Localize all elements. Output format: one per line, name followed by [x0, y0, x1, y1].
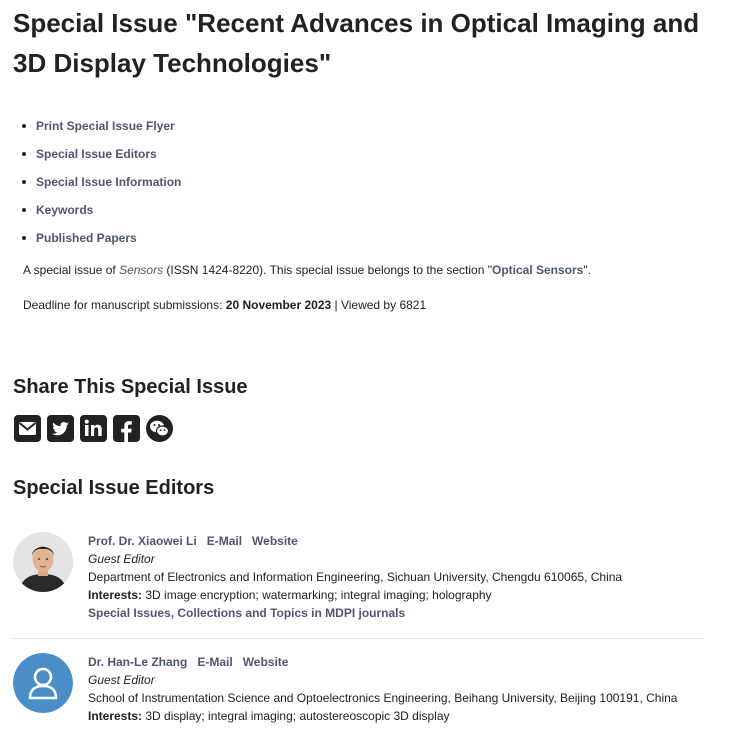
editor-name-link[interactable]: Dr. Han-Le Zhang	[88, 655, 187, 669]
toc-information-link[interactable]: Special Issue Information	[36, 175, 181, 189]
editor-details: Prof. Dr. Xiaowei Li E-Mail Website Guest …	[88, 532, 622, 622]
deadline-label: Deadline for manuscript submissions:	[23, 298, 226, 312]
email-icon[interactable]	[13, 414, 42, 443]
twitter-icon[interactable]	[46, 414, 75, 443]
journal-link[interactable]: Sensors	[119, 263, 163, 277]
toc-item: Published Papers	[22, 228, 181, 256]
interests-label: Interests:	[88, 588, 143, 602]
section-link[interactable]: Optical Sensors	[492, 263, 583, 277]
page-title: Special Issue "Recent Advances in Optica…	[13, 8, 700, 78]
editor-interests: Interests: 3D display; integral imaging;…	[88, 707, 677, 725]
toc-keywords-link[interactable]: Keywords	[36, 203, 93, 217]
share-heading: Share This Special Issue	[13, 376, 248, 398]
toc-item: Special Issue Editors	[22, 144, 181, 172]
editor-affiliation: School of Instrumentation Science and Op…	[88, 691, 678, 705]
editor-website-link[interactable]: Website	[252, 534, 298, 548]
journal-info-suffix: ".	[583, 263, 591, 277]
table-of-contents: Print Special Issue Flyer Special Issue …	[22, 116, 181, 256]
toc-papers-link[interactable]: Published Papers	[36, 231, 137, 245]
linkedin-icon[interactable]	[79, 414, 108, 443]
editors-heading: Special Issue Editors	[13, 477, 215, 499]
facebook-icon[interactable]	[112, 414, 141, 443]
deadline-date: 20 November 2023	[225, 298, 332, 312]
editor-special-issues-link[interactable]: Special Issues, Collections and Topics i…	[88, 606, 405, 620]
journal-info-prefix: A special issue of	[23, 263, 120, 277]
interests-label: Interests:	[88, 709, 143, 723]
interests-text: 3D display; integral imaging; autostereo…	[142, 709, 450, 723]
editor-email-link[interactable]: E-Mail	[197, 655, 232, 669]
editor-website-link[interactable]: Website	[243, 655, 289, 669]
toc-item: Keywords	[22, 200, 181, 228]
toc-item: Print Special Issue Flyer	[22, 116, 181, 144]
editor-avatar-placeholder	[13, 653, 73, 713]
editor-role: Guest Editor	[88, 673, 155, 687]
editor-name-link[interactable]: Prof. Dr. Xiaowei Li	[88, 534, 197, 548]
wechat-icon[interactable]	[145, 414, 174, 443]
journal-info-issn: (ISSN 1424-8220). This special issue bel…	[163, 263, 492, 277]
share-buttons	[13, 414, 174, 443]
deadline-info: Deadline for manuscript submissions: 20 …	[23, 298, 426, 312]
toc-editors-link[interactable]: Special Issue Editors	[36, 147, 157, 161]
editor-divider	[13, 638, 705, 639]
toc-item: Special Issue Information	[22, 172, 181, 200]
toc-print-flyer-link[interactable]: Print Special Issue Flyer	[36, 119, 175, 133]
editor-email-link[interactable]: E-Mail	[207, 534, 242, 548]
view-count: | Viewed by 6821	[331, 298, 427, 312]
editor-interests: Interests: 3D image encryption; watermar…	[88, 586, 622, 604]
editor-role: Guest Editor	[88, 552, 155, 566]
interests-text: 3D image encryption; watermarking; integ…	[142, 588, 492, 602]
editor-details: Dr. Han-Le Zhang E-Mail Website Guest Edit…	[88, 653, 677, 725]
journal-info: A special issue of Sensors (ISSN 1424-82…	[23, 263, 591, 277]
editor-photo	[13, 532, 73, 592]
editor-affiliation: Department of Electronics and Informatio…	[88, 570, 623, 584]
